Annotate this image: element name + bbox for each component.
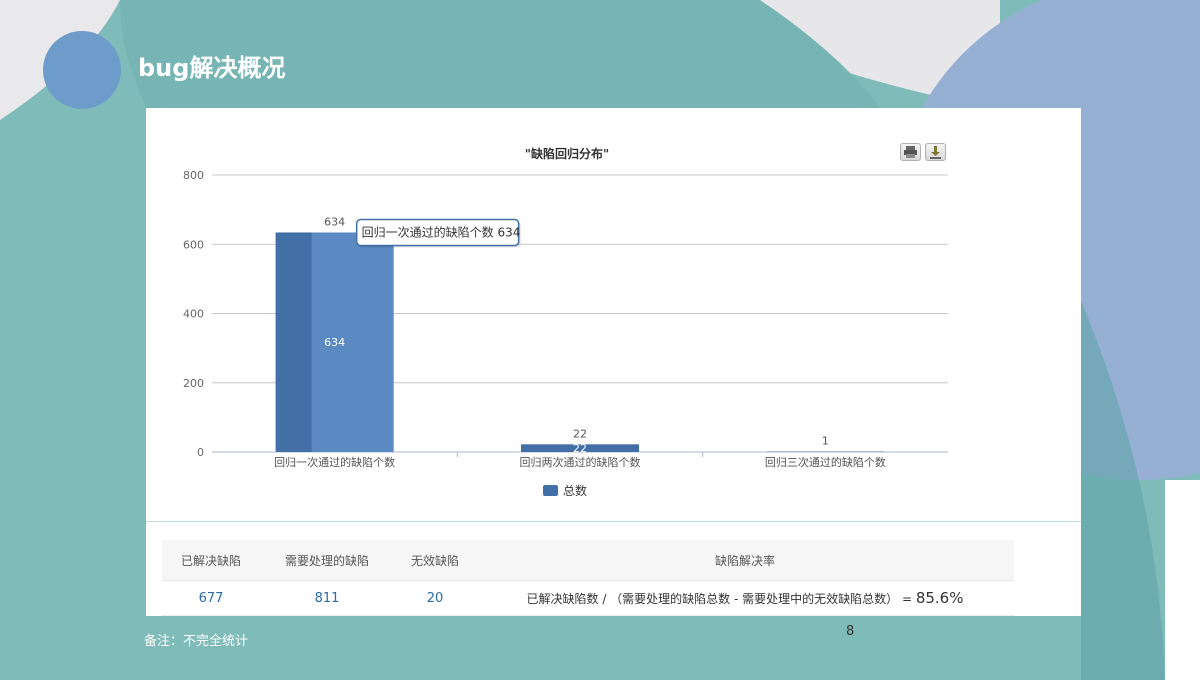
slide-title: bug解决概况 (138, 54, 286, 82)
download-icon (930, 146, 941, 159)
bar-chart: "缺陷回归分布" 0 200 400 600 800 634 634 22 22 1 回归一次通… (183, 146, 948, 498)
value-invalid: 20 (394, 580, 476, 616)
bar-value-label: 22 (573, 427, 587, 440)
x-category-label: 回归三次通过的缺陷个数 (765, 455, 886, 469)
tooltip-text: 回归一次通过的缺陷个数 634 (362, 224, 521, 239)
y-tick-label: 600 (183, 238, 204, 251)
header-resolved: 已解决缺陷 (162, 540, 260, 581)
y-tick-label: 200 (183, 377, 204, 390)
bar-value-label: 634 (324, 215, 345, 228)
rate-value: 85.6% (915, 589, 964, 607)
x-category-label: 回归一次通过的缺陷个数 (274, 455, 395, 469)
chart-title: "缺陷回归分布" (525, 146, 610, 161)
legend-swatch (543, 485, 558, 496)
stats-header-row: 已解决缺陷 需要处理的缺陷 无效缺陷 缺陷解决率 (162, 540, 1014, 581)
stats-table: 已解决缺陷 需要处理的缺陷 无效缺陷 缺陷解决率 677 811 20 已解决缺… (162, 540, 1014, 616)
value-resolve-rate: 已解决缺陷数 / （需要处理的缺陷总数 - 需要处理中的无效缺陷总数） = 85… (476, 580, 1014, 616)
stats-value-row: 677 811 20 已解决缺陷数 / （需要处理的缺陷总数 - 需要处理中的无… (162, 580, 1014, 616)
bars: 634 634 22 22 1 (275, 215, 885, 455)
footnote: 备注：不完全统计 (144, 634, 249, 649)
print-button[interactable] (900, 143, 921, 161)
bar-inner-label: 634 (324, 336, 345, 349)
white-bottom-right (1165, 480, 1200, 680)
page-number: 8 (846, 624, 855, 639)
legend[interactable]: 总数 (543, 483, 587, 498)
bar-value-label: 1 (822, 435, 829, 448)
header-invalid: 无效缺陷 (394, 540, 476, 581)
y-tick-label: 800 (183, 169, 204, 182)
bar-inner-label: 22 (573, 442, 587, 455)
y-tick-label: 400 (183, 308, 204, 321)
y-axis-ticks: 0 200 400 600 800 (183, 169, 204, 459)
bar-highlight (275, 232, 312, 452)
chart-panel: "缺陷回归分布" 0 200 400 600 800 634 634 22 22 1 回归一次通… (146, 108, 1081, 616)
x-category-label: 回归两次通过的缺陷个数 (520, 455, 641, 469)
print-icon (904, 146, 917, 158)
header-resolve-rate: 缺陷解决率 (476, 540, 1014, 581)
value-need-handle: 811 (260, 580, 394, 616)
legend-label: 总数 (563, 483, 587, 498)
value-resolved: 677 (162, 580, 260, 616)
y-tick-label: 0 (197, 446, 204, 459)
header-need-handle: 需要处理的缺陷 (260, 540, 394, 581)
tooltip: 回归一次通过的缺陷个数 634 (355, 218, 521, 248)
download-button[interactable] (925, 143, 946, 161)
rate-formula: 已解决缺陷数 / （需要处理的缺陷总数 - 需要处理中的无效缺陷总数） = (526, 592, 916, 606)
title-circle (43, 31, 121, 109)
panel-divider (146, 521, 1081, 522)
